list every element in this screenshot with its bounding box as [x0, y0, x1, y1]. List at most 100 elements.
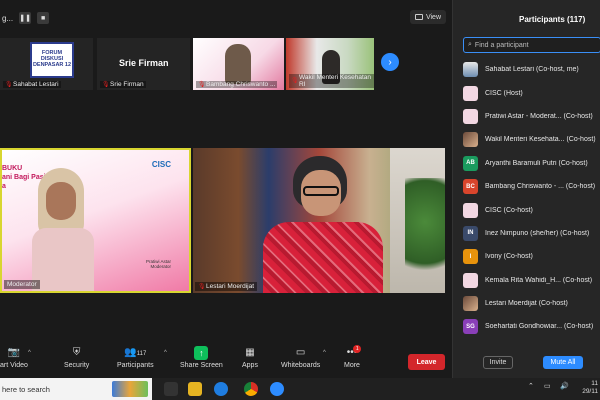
share-screen-button[interactable]: ↑ Share Screen: [180, 346, 223, 369]
network-icon[interactable]: ▭: [544, 382, 551, 390]
start-video-button[interactable]: 📷 art Video: [0, 346, 28, 369]
avatar: [463, 296, 478, 312]
participant-video: [32, 168, 94, 291]
zoom-app-icon[interactable]: [270, 382, 284, 396]
list-item[interactable]: AB Aryanthi Baramuli Putri (Co-host): [463, 152, 600, 175]
meeting-toolbar: 📷 art Video ^ ⛨ Security 👥117 Participan…: [0, 340, 448, 378]
participants-button[interactable]: 👥117 Participants: [117, 346, 154, 369]
video-options-caret[interactable]: ^: [28, 350, 31, 356]
search-placeholder: here to search: [2, 384, 50, 394]
chevron-up-icon[interactable]: ⌃: [528, 382, 534, 390]
video-thumbnail[interactable]: 🎙 Wakil Menteri Kesehatan RI: [286, 38, 374, 90]
taskbar-search-input[interactable]: here to search: [0, 378, 152, 400]
view-button[interactable]: View: [409, 10, 446, 24]
avatar: [463, 132, 478, 148]
pause-icon[interactable]: ❚❚: [19, 12, 32, 24]
participant-name-tag: 🎙 Wakil Menteri Kesehatan RI: [289, 74, 374, 88]
notification-badge: 1: [353, 345, 362, 353]
search-highlight-image: [112, 381, 148, 397]
panel-title: Participants (117): [519, 15, 586, 24]
speaker-video-tile[interactable]: BUKU ani Bagi Pasien a CISC Pratiwi Asta…: [0, 148, 191, 293]
list-item[interactable]: CISC (Host): [463, 81, 600, 104]
video-off-icon: 📷: [7, 347, 21, 358]
recording-label: g...: [2, 13, 14, 23]
speaker-icon[interactable]: 🔊: [560, 382, 569, 390]
participant-name-tag: 🎙 Sahabat Lestari: [3, 81, 61, 88]
zoom-meeting-window: g... ❚❚ ■ View FORUM DISKUSI DENPASAR 12…: [0, 0, 600, 400]
display-name-text: Srie Firman: [119, 58, 169, 68]
task-view-icon[interactable]: [164, 382, 178, 396]
chevron-right-icon: ›: [388, 56, 392, 68]
list-item[interactable]: Sahabat Lestari (Co-host, me): [463, 58, 600, 81]
apps-icon: ▦: [245, 347, 255, 358]
participants-panel: Participants (117) ⌕ Find a participant …: [452, 0, 600, 378]
leave-button[interactable]: Leave: [408, 354, 445, 370]
speaker-video-tile[interactable]: 🎙 Lestari Moerdijat: [193, 148, 445, 293]
share-screen-icon: ↑: [194, 346, 209, 360]
list-item[interactable]: SG Soehartati Gondhowiar... (Co-host): [463, 315, 600, 338]
view-label: View: [425, 13, 441, 21]
list-item[interactable]: IN Inez Nimpuno (she/her) (Co-host): [463, 222, 600, 245]
participant-video: [225, 44, 251, 84]
avatar: AB: [463, 155, 478, 171]
avatar: SG: [463, 319, 478, 335]
participant-search-input[interactable]: ⌕ Find a participant: [463, 37, 600, 53]
video-thumbnail[interactable]: 🎙 Bambang Chriswanto ...: [193, 38, 284, 90]
avatar: I: [463, 249, 478, 265]
list-item[interactable]: CISC (Co-host): [463, 198, 600, 221]
whiteboard-icon: ▭: [295, 347, 306, 358]
participant-name-tag: 🎙 Srie Firman: [100, 81, 146, 88]
participant-name-tag: 🎙 Bambang Chriswanto ...: [196, 81, 278, 88]
security-button[interactable]: ⛨ Security: [64, 346, 89, 369]
apps-button[interactable]: ▦ Apps: [242, 346, 258, 369]
participant-name-tag: Moderator: [4, 280, 40, 289]
participants-options-caret[interactable]: ^: [164, 350, 167, 356]
avatar: [463, 62, 478, 78]
grid-view-icon: [414, 14, 423, 20]
video-thumbnail[interactable]: Srie Firman 🎙 Srie Firman: [97, 38, 190, 90]
avatar: [463, 85, 478, 101]
list-item[interactable]: Pratiwi Astar - Moderat... (Co-host): [463, 105, 600, 128]
mic-muted-icon: 🎙: [5, 81, 13, 88]
participant-video: [263, 156, 383, 293]
list-item[interactable]: I Ivony (Co-host): [463, 245, 600, 268]
whiteboards-button[interactable]: ▭ Whiteboards: [281, 346, 320, 369]
more-button[interactable]: ••• 1 More: [344, 345, 362, 369]
mute-all-button[interactable]: Mute All: [543, 356, 583, 369]
mic-muted-icon: 🎙: [198, 81, 206, 88]
meeting-top-bar: g... ❚❚ ■ View: [0, 8, 448, 28]
taskbar-clock[interactable]: 11 29/11: [582, 380, 598, 396]
mic-muted-icon: 🎙: [102, 81, 110, 88]
list-item[interactable]: Lestari Moerdijat (Co-host): [463, 292, 600, 315]
search-icon: ⌕: [468, 41, 472, 48]
avatar: BC: [463, 179, 478, 195]
avatar: IN: [463, 225, 478, 241]
more-icon: ••• 1: [347, 345, 362, 360]
file-explorer-icon[interactable]: [188, 382, 202, 396]
plant-decor: [405, 178, 445, 288]
list-item[interactable]: BC Bambang Chriswanto - ... (Co-host): [463, 175, 600, 198]
avatar: [463, 272, 478, 288]
avatar: [463, 108, 478, 124]
video-thumbnail-strip: FORUM DISKUSI DENPASAR 12 🎙 Sahabat Lest…: [0, 38, 448, 90]
shield-icon: ⛨: [72, 347, 81, 358]
next-page-button[interactable]: ›: [381, 53, 399, 71]
forum-logo: FORUM DISKUSI DENPASAR 12: [30, 42, 74, 78]
slide-caption: Pratiwi Astar Moderator: [145, 259, 171, 269]
invite-button[interactable]: Invite: [483, 356, 513, 369]
cisc-logo: CISC: [151, 160, 171, 169]
panel-footer: Invite Mute All: [453, 352, 600, 372]
chrome-icon[interactable]: [244, 382, 258, 396]
edge-icon[interactable]: [214, 382, 228, 396]
whiteboard-options-caret[interactable]: ^: [323, 350, 326, 356]
windows-taskbar: here to search ⌃ ▭ 🔊 11 29/11: [0, 378, 600, 400]
mic-muted-icon: 🎙: [291, 78, 299, 84]
list-item[interactable]: Wakil Menteri Kesehata... (Co-host): [463, 128, 600, 151]
list-item[interactable]: Kemala Rita Wahidi_H... (Co-host): [463, 269, 600, 292]
video-thumbnail[interactable]: FORUM DISKUSI DENPASAR 12 🎙 Sahabat Lest…: [0, 38, 93, 90]
avatar: [463, 202, 478, 218]
participant-name-tag: 🎙 Lestari Moerdijat: [195, 282, 258, 291]
mic-muted-icon: 🎙: [198, 283, 206, 290]
participants-icon: 👥117: [124, 347, 147, 358]
stop-icon[interactable]: ■: [37, 12, 50, 24]
